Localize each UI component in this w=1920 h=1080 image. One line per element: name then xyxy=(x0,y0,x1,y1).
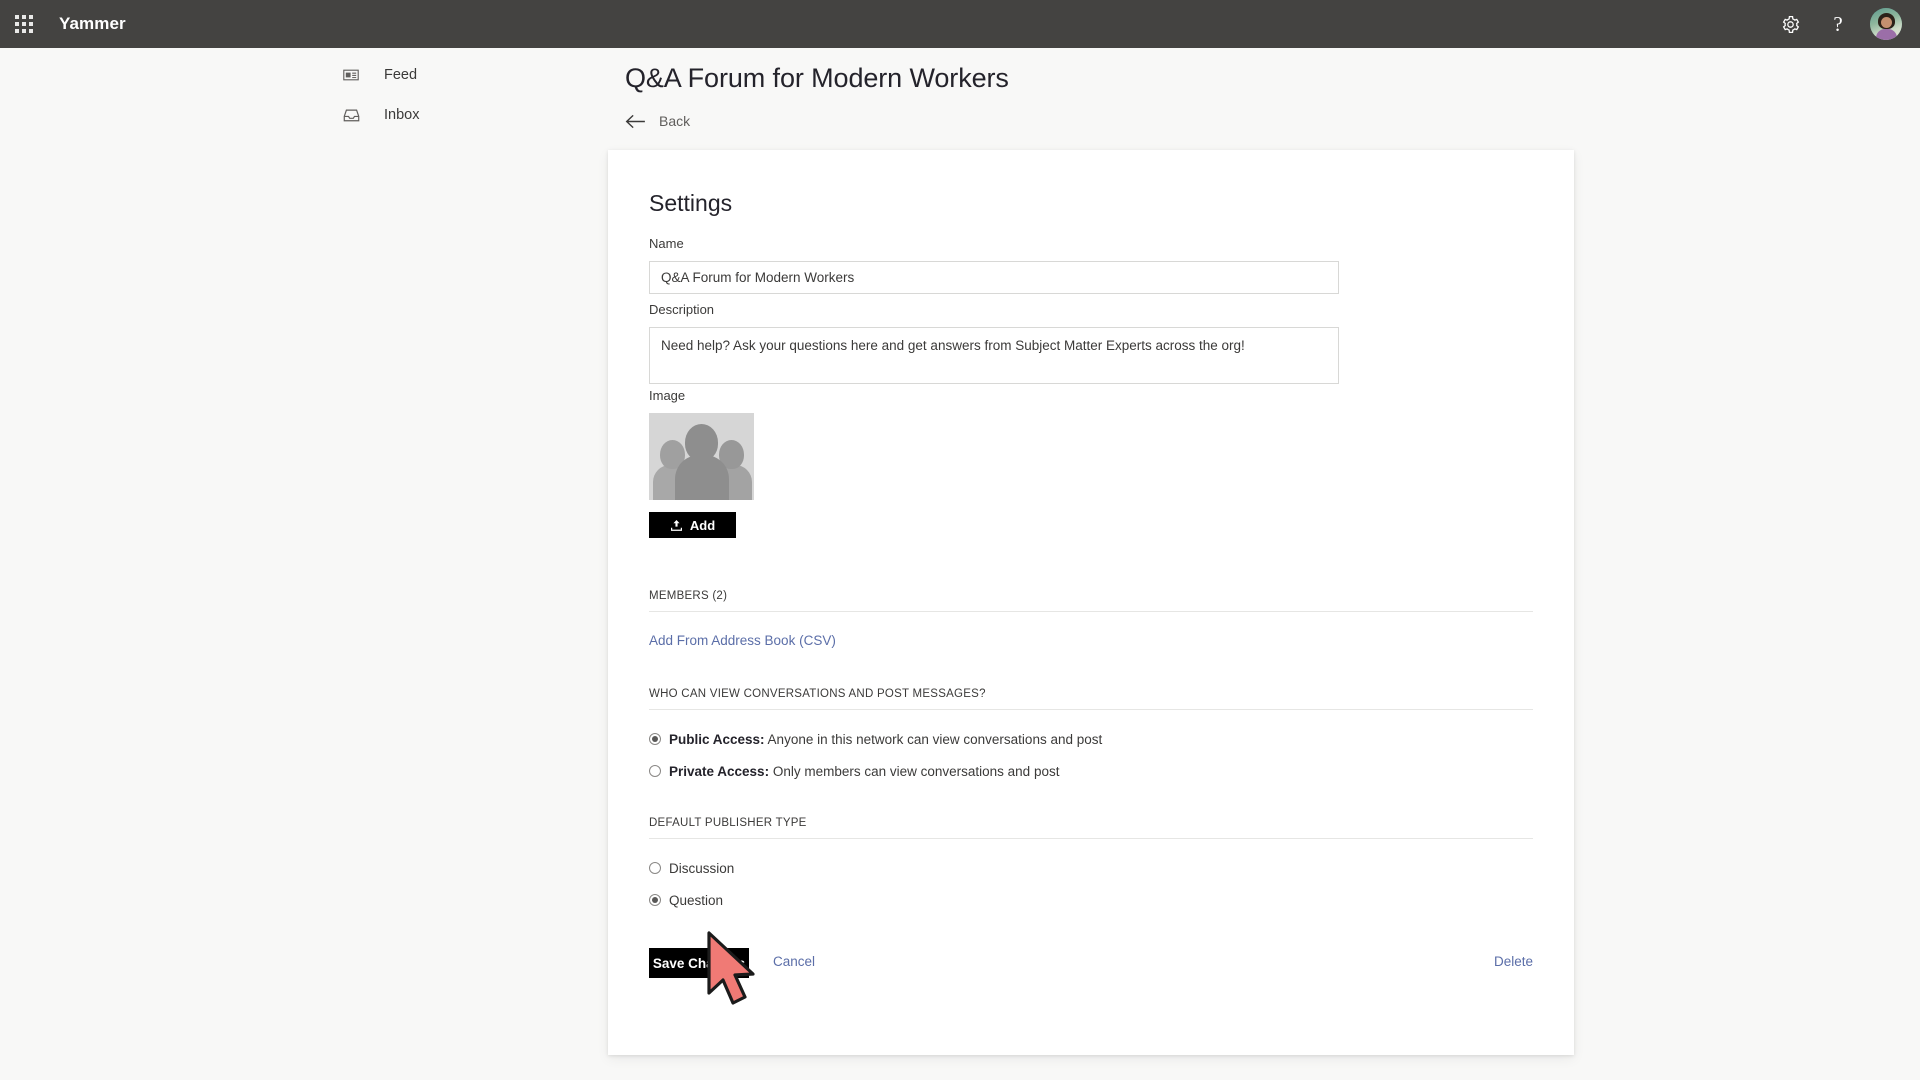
radio-indicator-discussion[interactable] xyxy=(649,862,661,874)
delete-button[interactable]: Delete xyxy=(1494,954,1533,969)
save-changes-button[interactable]: Save Changes xyxy=(649,948,749,978)
user-avatar-button[interactable] xyxy=(1862,0,1910,48)
radio-label-public-strong: Public Access: xyxy=(669,731,765,747)
upload-icon xyxy=(670,519,682,531)
access-section: WHO CAN VIEW CONVERSATIONS AND POST MESS… xyxy=(649,688,1533,781)
publisher-type-section: DEFAULT PUBLISHER TYPE Discussion Questi… xyxy=(649,817,1533,910)
gear-icon xyxy=(1782,15,1799,33)
access-heading: WHO CAN VIEW CONVERSATIONS AND POST MESS… xyxy=(649,688,1533,710)
feed-icon xyxy=(340,64,362,86)
name-field-group: Name xyxy=(649,236,1339,294)
radio-label-question: Question xyxy=(669,892,724,908)
publisher-type-heading: DEFAULT PUBLISHER TYPE xyxy=(649,817,1533,839)
app-launcher-button[interactable] xyxy=(0,0,48,48)
description-label: Description xyxy=(649,302,715,317)
name-input[interactable] xyxy=(649,261,1339,294)
question-mark-icon: ? xyxy=(1833,11,1843,36)
app-brand-title[interactable]: Yammer xyxy=(59,14,126,34)
add-from-address-book-link[interactable]: Add From Address Book (CSV) xyxy=(649,633,836,648)
radio-public-access[interactable]: Public Access: Anyone in this network ca… xyxy=(649,729,1533,749)
cancel-button[interactable]: Cancel xyxy=(773,954,815,969)
add-image-button[interactable]: Add xyxy=(649,512,736,538)
radio-indicator-question[interactable] xyxy=(649,894,661,906)
settings-card: Settings Name Description Need help? Ask… xyxy=(608,150,1574,1055)
radio-indicator-public[interactable] xyxy=(649,733,661,745)
page-title: Q&A Forum for Modern Workers xyxy=(625,63,1009,93)
radio-question[interactable]: Question xyxy=(649,890,1533,910)
radio-label-public: Public Access: Anyone in this network ca… xyxy=(669,732,1102,747)
settings-button[interactable] xyxy=(1766,0,1814,48)
radio-private-access[interactable]: Private Access: Only members can view co… xyxy=(649,761,1533,781)
form-actions: Save Changes Cancel Delete xyxy=(649,948,1533,978)
radio-label-public-text: Anyone in this network can view conversa… xyxy=(764,731,1103,747)
radio-indicator-private[interactable] xyxy=(649,765,661,777)
sidebar-item-inbox[interactable]: Inbox xyxy=(340,102,419,128)
description-field-group: Description Need help? Ask your question… xyxy=(649,302,1339,384)
avatar xyxy=(1870,8,1902,40)
top-navigation-bar: Yammer ? xyxy=(0,0,1920,48)
back-button[interactable]: Back xyxy=(625,110,690,132)
arrow-left-icon xyxy=(625,114,646,129)
description-input[interactable]: Need help? Ask your questions here and g… xyxy=(649,327,1339,384)
waffle-grid-icon xyxy=(15,15,33,33)
settings-heading: Settings xyxy=(649,190,733,216)
radio-discussion[interactable]: Discussion xyxy=(649,858,1533,878)
sidebar-item-label: Inbox xyxy=(384,107,420,123)
left-sidebar: Feed Inbox xyxy=(0,48,608,1080)
radio-label-private: Private Access: Only members can view co… xyxy=(669,764,1059,779)
name-label: Name xyxy=(649,236,684,251)
image-field-group: Image Add xyxy=(649,388,754,538)
topbar-actions: ? xyxy=(1766,0,1920,48)
group-image-thumbnail[interactable] xyxy=(649,413,754,500)
members-section: MEMBERS (2) Add From Address Book (CSV) xyxy=(649,590,1533,650)
radio-label-private-strong: Private Access: xyxy=(669,763,770,779)
radio-label-discussion: Discussion xyxy=(669,860,735,876)
members-heading: MEMBERS (2) xyxy=(649,590,1533,612)
help-button[interactable]: ? xyxy=(1814,0,1862,48)
sidebar-item-label: Feed xyxy=(384,67,418,83)
radio-label-private-text: Only members can view conversations and … xyxy=(769,763,1060,779)
add-image-label: Add xyxy=(689,517,716,533)
back-label: Back xyxy=(659,113,691,129)
inbox-tray-icon xyxy=(340,104,362,126)
sidebar-item-feed[interactable]: Feed xyxy=(340,62,417,88)
image-label: Image xyxy=(649,388,686,403)
